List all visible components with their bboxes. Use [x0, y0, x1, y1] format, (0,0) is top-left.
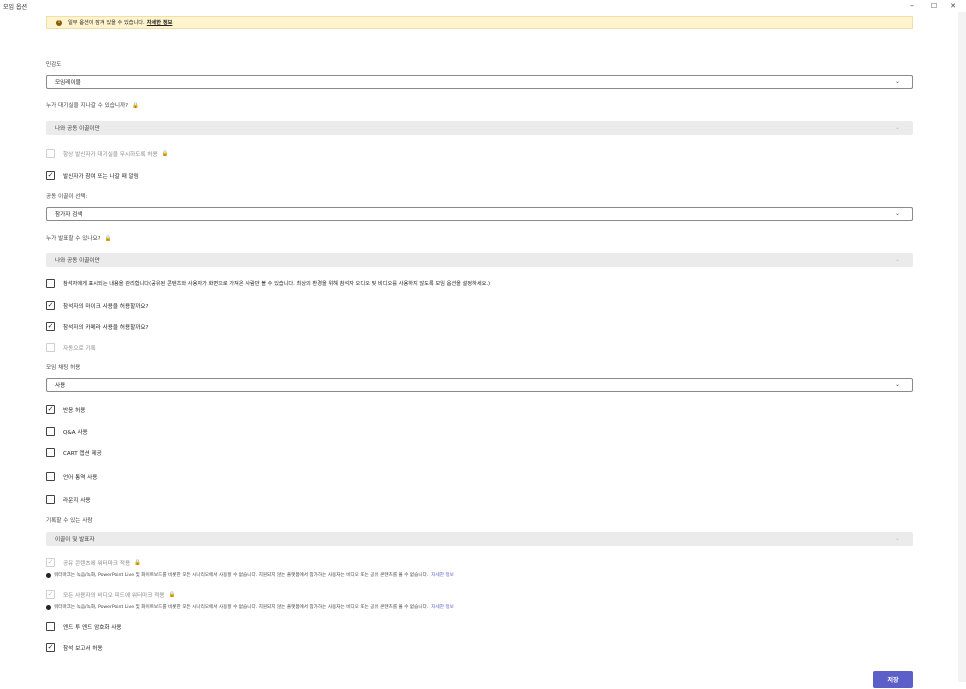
- interpretation-option[interactable]: 언어 통역 사용: [46, 472, 97, 481]
- chat-dropdown[interactable]: 사용 ⌄: [46, 378, 913, 392]
- green-room-label: 라운지 사용: [63, 497, 91, 504]
- chevron-down-icon: ⌄: [894, 256, 900, 263]
- warning-icon: !: [56, 19, 62, 26]
- watermark-content-learn-more-link[interactable]: 자세한 정보: [431, 572, 454, 578]
- watermark-video-learn-more-link[interactable]: 자세한 정보: [431, 604, 454, 610]
- info-banner: ! 일부 옵션이 잠겨 있을 수 있습니다. 자세한 정보: [46, 16, 913, 29]
- manage-content-label: 참석자에게 표시되는 내용을 관리합니다(공유된 콘텐츠와 사용자가 화면으로 …: [63, 281, 491, 287]
- attendance-label: 참석 보고서 허용: [63, 645, 103, 652]
- presenters-label: 누가 발표할 수 있나요? 🔒: [46, 234, 111, 242]
- minimize-button[interactable]: –: [905, 0, 919, 12]
- watermark-video-note: 워터마크는 녹음/녹화, PowerPoint Live 및 화이트보드를 비롯…: [46, 604, 454, 610]
- qa-option[interactable]: Q&A 사용: [46, 427, 88, 436]
- lock-icon: 🔒: [134, 559, 141, 566]
- cart-checkbox[interactable]: [46, 448, 55, 457]
- presenters-value: 나와 공동 이끌이만: [55, 258, 100, 264]
- qa-label: Q&A 사용: [63, 429, 88, 436]
- coorganizer-value: 참가자 검색: [55, 212, 83, 218]
- lobby-bypass-label: 누가 대기실을 지나갈 수 있습니까? 🔒: [46, 101, 139, 109]
- green-room-option[interactable]: 라운지 사용: [46, 495, 91, 504]
- allow-mic-label: 참석자의 마이크 사용을 허용할까요?: [63, 303, 149, 310]
- manage-content-option[interactable]: 참석자에게 표시되는 내용을 관리합니다(공유된 콘텐츠와 사용자가 화면으로 …: [46, 279, 490, 288]
- lobby-bypass-dropdown: 나와 공동 이끌이만 ⌄: [46, 121, 913, 135]
- chevron-down-icon: ⌄: [894, 124, 900, 131]
- watermark-content-option: ✓ 공유 콘텐츠에 워터마크 적용 🔒: [46, 558, 141, 567]
- auto-record-option: 자동으로 기록: [46, 343, 96, 352]
- presenters-dropdown: 나와 공동 이끌이만 ⌄: [46, 253, 913, 267]
- allow-camera-label: 참석자의 카메라 사용을 허용할까요?: [63, 324, 149, 331]
- always-bypass-label: 항상 발신자가 대기실을 무시하도록 허용: [63, 151, 158, 158]
- chevron-down-icon: ⌄: [894, 381, 900, 388]
- vertical-scrollbar[interactable]: [958, 12, 966, 682]
- cart-label: CART 캡션 제공: [63, 450, 102, 457]
- auto-record-label: 자동으로 기록: [63, 345, 96, 352]
- watermark-video-label: 모든 사용자의 비디오 피드에 워터마크 적용: [63, 592, 165, 599]
- chat-label: 모임 채팅 허용: [46, 365, 81, 371]
- watermark-content-note-text: 워터마크는 녹음/녹화, PowerPoint Live 및 화이트보드를 비롯…: [54, 573, 429, 578]
- qa-checkbox[interactable]: [46, 427, 55, 436]
- sensitivity-label: 민감도: [46, 62, 62, 68]
- cart-option[interactable]: CART 캡션 제공: [46, 448, 102, 457]
- watermark-video-note-text: 워터마크는 녹음/녹화, PowerPoint Live 및 화이트보드를 비롯…: [54, 605, 429, 610]
- chevron-down-icon: ⌄: [894, 78, 900, 85]
- interpretation-checkbox[interactable]: [46, 472, 55, 481]
- close-button[interactable]: ✕: [946, 0, 960, 12]
- coorganizer-dropdown[interactable]: 참가자 검색 ⌄: [46, 207, 913, 221]
- lock-icon: 🔒: [168, 591, 176, 598]
- allow-mic-option[interactable]: ✓ 참석자의 마이크 사용을 허용할까요?: [46, 301, 149, 310]
- interpretation-label: 언어 통역 사용: [63, 474, 98, 481]
- e2ee-checkbox[interactable]: [46, 622, 55, 631]
- recorders-dropdown: 이끌이 및 발표자 ⌄: [46, 532, 913, 546]
- reactions-option[interactable]: ✓ 반응 허용: [46, 405, 85, 414]
- save-button[interactable]: 저장: [873, 671, 913, 688]
- window-title: 모임 옵션: [3, 4, 27, 11]
- presenters-label-text: 누가 발표할 수 있나요?: [46, 236, 101, 242]
- maximize-button[interactable]: ☐: [927, 0, 941, 12]
- announce-checkbox[interactable]: ✓: [46, 171, 55, 180]
- lobby-bypass-value: 나와 공동 이끌이만: [55, 126, 100, 132]
- banner-learn-more-link[interactable]: 자세한 정보: [147, 19, 173, 26]
- recorders-value: 이끌이 및 발표자: [55, 537, 95, 543]
- lobby-bypass-label-text: 누가 대기실을 지나갈 수 있습니까?: [46, 103, 129, 109]
- auto-record-checkbox: [46, 343, 55, 352]
- sensitivity-dropdown[interactable]: 모임레이블 ⌄: [46, 75, 913, 89]
- e2ee-option[interactable]: 엔드 투 엔드 암호화 사용: [46, 622, 122, 631]
- lock-icon: 🔒: [161, 150, 169, 157]
- reactions-checkbox[interactable]: ✓: [46, 405, 55, 414]
- attendance-checkbox[interactable]: ✓: [46, 643, 55, 652]
- attendance-option[interactable]: ✓ 참석 보고서 허용: [46, 643, 103, 652]
- chat-value: 사용: [55, 383, 66, 389]
- watermark-content-label: 공유 콘텐츠에 워터마크 적용: [63, 560, 131, 567]
- lock-icon: 🔒: [132, 103, 139, 109]
- allow-camera-checkbox[interactable]: ✓: [46, 322, 55, 331]
- green-room-checkbox[interactable]: [46, 495, 55, 504]
- e2ee-label: 엔드 투 엔드 암호화 사용: [63, 624, 122, 631]
- banner-text: 일부 옵션이 잠겨 있을 수 있습니다.: [68, 20, 145, 26]
- sensitivity-value: 모임레이블: [55, 80, 81, 86]
- chevron-down-icon: ⌄: [894, 535, 900, 542]
- allow-camera-option[interactable]: ✓ 참석자의 카메라 사용을 허용할까요?: [46, 322, 149, 331]
- watermark-content-note: 워터마크는 녹음/녹화, PowerPoint Live 및 화이트보드를 비롯…: [46, 572, 454, 578]
- allow-mic-checkbox[interactable]: ✓: [46, 301, 55, 310]
- always-bypass-checkbox: [46, 149, 55, 158]
- info-icon: [46, 572, 51, 578]
- lock-icon: 🔒: [104, 236, 112, 242]
- coorganizer-label: 공동 이끌이 선택:: [46, 194, 88, 200]
- reactions-label: 반응 허용: [63, 407, 86, 414]
- manage-content-checkbox[interactable]: [46, 279, 55, 288]
- watermark-video-option: ✓ 모든 사용자의 비디오 피드에 워터마크 적용 🔒: [46, 590, 175, 599]
- info-icon: [46, 604, 51, 610]
- always-bypass-option: 항상 발신자가 대기실을 무시하도록 허용 🔒: [46, 149, 168, 158]
- recorders-label: 기록할 수 있는 사람: [46, 518, 93, 524]
- chevron-down-icon: ⌄: [894, 210, 900, 217]
- watermark-video-checkbox: ✓: [46, 590, 55, 599]
- watermark-content-checkbox: ✓: [46, 558, 55, 567]
- announce-option[interactable]: ✓ 발신자가 참여 또는 나갈 때 알림: [46, 171, 139, 180]
- announce-label: 발신자가 참여 또는 나갈 때 알림: [63, 173, 139, 180]
